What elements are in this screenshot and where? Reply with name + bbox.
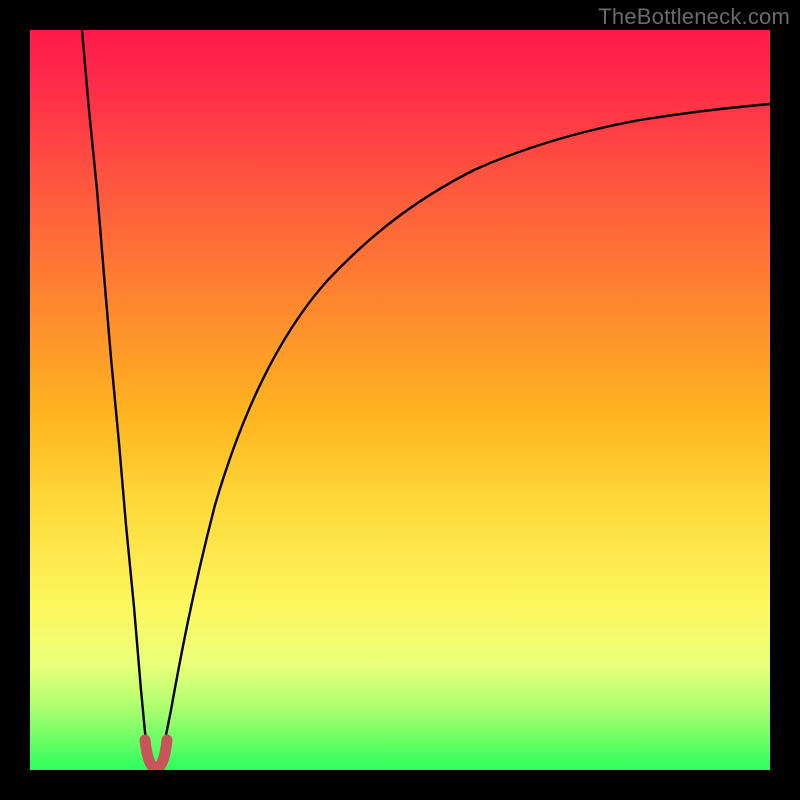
- plot-area: [30, 30, 770, 770]
- chart-frame: TheBottleneck.com: [0, 0, 800, 800]
- watermark-text: TheBottleneck.com: [598, 4, 790, 30]
- cusp-marker-icon: [145, 740, 167, 768]
- curve-layer: [30, 30, 770, 770]
- curve-left-branch: [82, 30, 152, 765]
- curve-right-branch: [160, 104, 770, 765]
